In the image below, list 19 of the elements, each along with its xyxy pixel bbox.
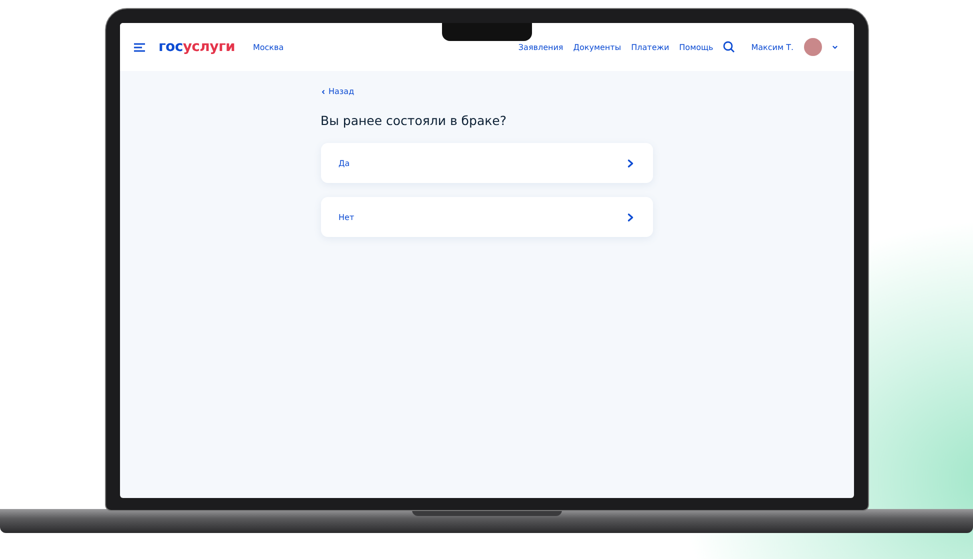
menu-icon[interactable] bbox=[134, 42, 144, 52]
answer-option[interactable]: Да bbox=[320, 143, 652, 183]
nav-link[interactable]: Помощь bbox=[679, 42, 714, 52]
back-link[interactable]: Назад bbox=[320, 87, 354, 96]
chevron-right-icon bbox=[626, 212, 634, 222]
search-icon[interactable] bbox=[723, 41, 736, 53]
nav-link[interactable]: Заявления bbox=[518, 42, 564, 52]
back-label: Назад bbox=[328, 87, 354, 96]
chevron-left-icon bbox=[320, 88, 326, 94]
caret-icon[interactable] bbox=[832, 44, 838, 50]
chevron-right-icon bbox=[626, 158, 634, 168]
nav-link[interactable]: Платежи bbox=[631, 42, 670, 52]
user-name[interactable]: Максим Т. bbox=[751, 42, 794, 52]
site-logo[interactable]: госуслуги bbox=[158, 39, 235, 55]
answer-option[interactable]: Нет bbox=[320, 197, 652, 237]
question-title: Вы ранее состояли в браке? bbox=[320, 113, 506, 128]
avatar[interactable] bbox=[804, 38, 822, 56]
city-link[interactable]: Москва bbox=[252, 42, 284, 52]
nav-link[interactable]: Документы bbox=[573, 42, 622, 52]
